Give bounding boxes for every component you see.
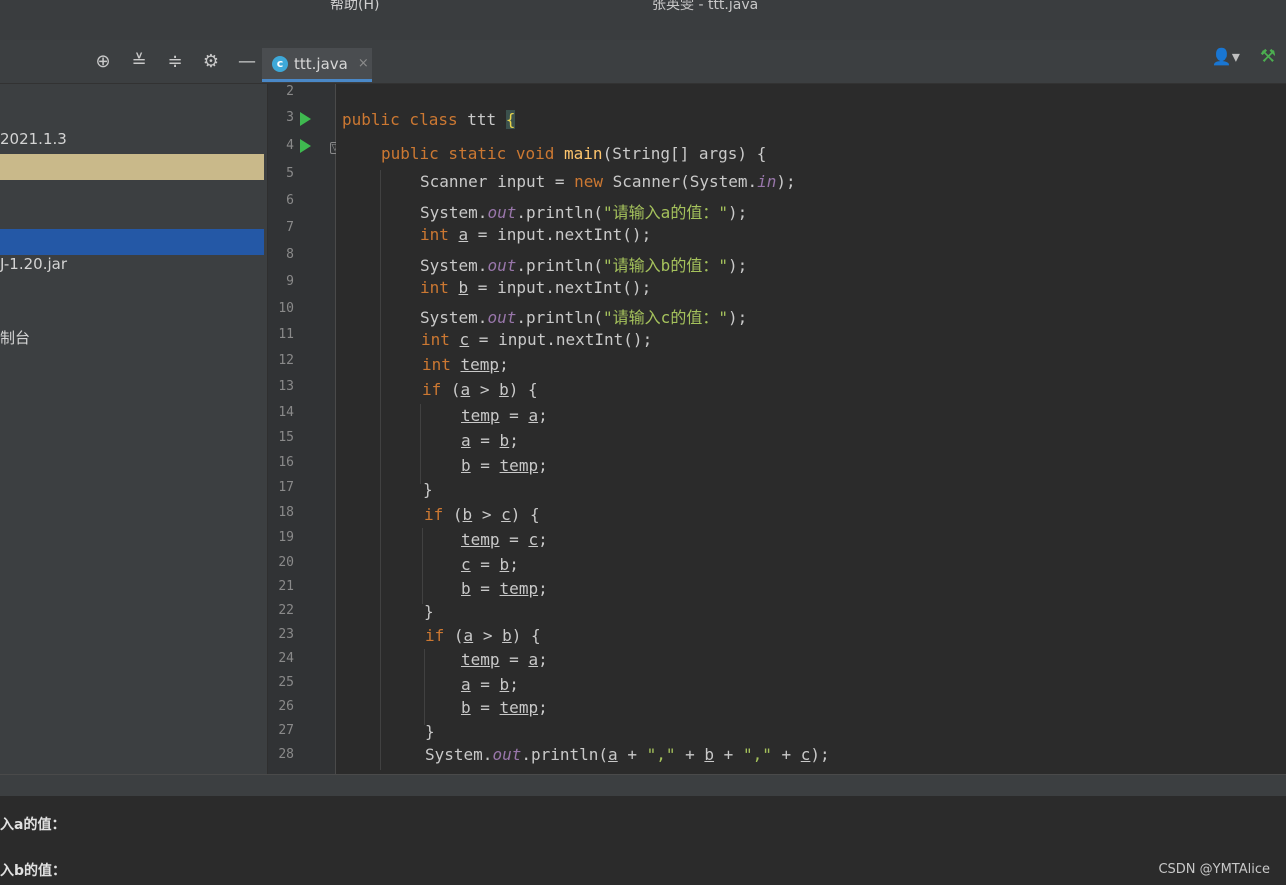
expand-all-icon[interactable]: ≚ xyxy=(128,50,150,72)
window-title: 张英雯 - ttt.java xyxy=(652,0,759,13)
run-console-header xyxy=(0,774,1286,796)
watermark: CSDN @YMTAlice xyxy=(1158,862,1270,877)
line-number: 16 xyxy=(278,455,294,470)
line-number: 2 xyxy=(286,84,294,99)
run-main-icon[interactable] xyxy=(300,139,311,153)
line-number: 19 xyxy=(278,530,294,545)
code-line-11: int c = input.nextInt(); xyxy=(421,330,653,349)
tree-item-sdk[interactable]: 2021.1.3 xyxy=(0,126,264,152)
gear-icon[interactable]: ⚙ xyxy=(200,50,222,72)
right-toolbar: 👤▾ ⚒ xyxy=(1212,46,1276,67)
crosshair-icon[interactable]: ⊕ xyxy=(92,50,114,72)
line-number: 26 xyxy=(278,699,294,714)
java-class-icon: c xyxy=(272,55,288,72)
tab-ttt-java[interactable]: c ttt.java × xyxy=(262,48,372,82)
tree-item-highlighted[interactable] xyxy=(0,154,264,180)
code-line-26: b = temp; xyxy=(461,698,548,717)
line-number: 15 xyxy=(278,430,294,445)
line-number: 24 xyxy=(278,651,294,666)
code-line-25: a = b; xyxy=(461,675,519,694)
code-line-13: if (a > b) { xyxy=(422,380,538,399)
code-line-21: b = temp; xyxy=(461,579,548,598)
code-line-4: public static void main(String[] args) { xyxy=(381,144,767,163)
tree-item-jar[interactable]: J-1.20.jar xyxy=(0,251,264,277)
code-line-19: temp = c; xyxy=(461,530,548,549)
tool-window-header: ⊕ ≚ ≑ ⚙ — xyxy=(0,40,1286,84)
indent-guide xyxy=(380,170,381,770)
title-bar: 帮助(H) 张英雯 - ttt.java xyxy=(0,0,1286,40)
code-line-7: int a = input.nextInt(); xyxy=(420,225,652,244)
indent-guide xyxy=(420,404,421,484)
code-line-23: if (a > b) { xyxy=(425,626,541,645)
code-line-17: } xyxy=(423,480,433,499)
line-number: 25 xyxy=(278,675,294,690)
project-panel: 2021.1.3 J-1.20.jar 制台 xyxy=(0,84,268,774)
menu-item-help[interactable]: 帮助(H) xyxy=(330,0,379,14)
minimize-icon[interactable]: — xyxy=(236,50,258,72)
line-number: 18 xyxy=(278,505,294,520)
tab-label: ttt.java xyxy=(294,54,348,73)
menu-bar: 帮助(H) xyxy=(330,0,379,14)
line-number: 28 xyxy=(278,747,294,762)
code-line-8: System.out.println("请输入b的值："); xyxy=(420,256,748,275)
line-number: 13 xyxy=(278,379,294,394)
close-icon[interactable]: × xyxy=(358,56,369,71)
line-number: 17 xyxy=(278,480,294,495)
run-class-icon[interactable] xyxy=(300,112,311,126)
line-number: 8 xyxy=(286,247,294,262)
line-number: 9 xyxy=(286,274,294,289)
code-line-28: System.out.println(a + "," + b + "," + c… xyxy=(425,745,830,764)
code-line-5: Scanner input = new Scanner(System.in); xyxy=(420,172,796,191)
tree-item-console[interactable]: 制台 xyxy=(0,324,264,350)
line-number: 10 xyxy=(278,301,294,316)
line-number: 20 xyxy=(278,555,294,570)
code-line-18: if (b > c) { xyxy=(424,505,540,524)
project-toolbar: ⊕ ≚ ≑ ⚙ — xyxy=(92,50,258,72)
user-icon[interactable]: 👤▾ xyxy=(1212,47,1240,66)
line-number: 27 xyxy=(278,723,294,738)
hammer-icon[interactable]: ⚒ xyxy=(1260,46,1276,67)
code-editor[interactable]: public class ttt { public static void ma… xyxy=(336,84,1286,774)
code-line-9: int b = input.nextInt(); xyxy=(420,278,652,297)
line-number: 4 xyxy=(286,138,294,153)
code-line-16: b = temp; xyxy=(461,456,548,475)
code-line-27: } xyxy=(425,722,435,741)
line-number: 12 xyxy=(278,353,294,368)
line-number: 14 xyxy=(278,405,294,420)
line-number: 23 xyxy=(278,627,294,642)
code-line-12: int temp; xyxy=(422,355,509,374)
indent-guide xyxy=(422,528,423,604)
collapse-all-icon[interactable]: ≑ xyxy=(164,50,186,72)
editor-gutter: 2 3 4 5 6 7 8 9 10 11 12 13 14 15 16 17 … xyxy=(268,84,351,774)
line-number: 6 xyxy=(286,193,294,208)
line-number: 21 xyxy=(278,579,294,594)
code-line-3: public class ttt { xyxy=(342,110,516,129)
code-line-14: temp = a; xyxy=(461,406,548,425)
line-number: 22 xyxy=(278,603,294,618)
line-number: 11 xyxy=(278,327,294,342)
code-line-22: } xyxy=(424,602,434,621)
code-line-10: System.out.println("请输入c的值："); xyxy=(420,308,748,327)
indent-guide xyxy=(424,649,425,725)
line-number: 3 xyxy=(286,110,294,125)
console-output-line: 入a的值： xyxy=(0,817,66,833)
code-line-24: temp = a; xyxy=(461,650,548,669)
line-number: 5 xyxy=(286,166,294,181)
console-output-line: 入b的值： xyxy=(0,863,67,879)
code-line-6: System.out.println("请输入a的值："); xyxy=(420,203,748,222)
line-number: 7 xyxy=(286,220,294,235)
run-console[interactable]: 入a的值： 入b的值： CSDN @YMTAlice xyxy=(0,796,1286,885)
code-line-15: a = b; xyxy=(461,431,519,450)
code-line-20: c = b; xyxy=(461,555,519,574)
